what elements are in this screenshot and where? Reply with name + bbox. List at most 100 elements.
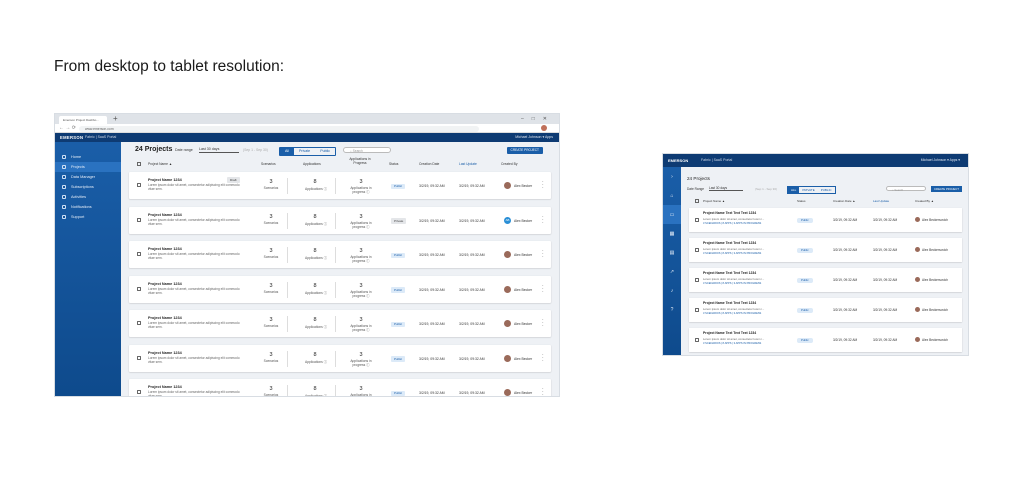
subscriptions-icon — [62, 185, 66, 189]
data-icon[interactable]: ▦ — [663, 224, 681, 243]
col-creation-date[interactable]: Creation Date ▲ — [833, 199, 855, 203]
col-last-update[interactable]: Last Update — [459, 162, 477, 166]
project-row[interactable]: Project Name 1234 Lorem ipsum dolor sit a… — [129, 379, 551, 397]
project-stats-links[interactable]: 3 SCENARIOS | 8 APPS | 3 APPS IN PROGRES… — [703, 312, 761, 315]
project-row[interactable]: Project Name 1234 Lorem ipsum dolor sit a… — [129, 275, 551, 303]
user-menu[interactable]: Michael Johnson ▾ Apps — [515, 135, 553, 139]
date-range-select[interactable]: Last 30 days — [709, 186, 743, 191]
subscriptions-icon[interactable]: ▤ — [663, 243, 681, 262]
project-row[interactable]: Project Name 1234 Lorem ipsum dolor sit a… — [129, 344, 551, 372]
project-name[interactable]: Project Name 1234 — [148, 316, 182, 320]
row-checkbox[interactable] — [695, 278, 699, 282]
sidebar-item-notifications[interactable]: Notifications — [55, 202, 121, 212]
user-menu[interactable]: Michael Johnson ▾ Apps ▾ — [921, 158, 960, 162]
brand-logo[interactable]: EMERSON — [60, 135, 83, 140]
row-checkbox[interactable] — [137, 390, 141, 394]
project-row[interactable]: Project Name Text Text Text 1234 Lorem ip… — [689, 208, 962, 232]
project-row[interactable]: Project Name 1234 Lorem ipsum dolor sit a… — [129, 172, 551, 199]
help-icon[interactable]: ? — [663, 300, 681, 319]
kebab-menu-icon[interactable]: · · · — [542, 214, 544, 225]
row-checkbox[interactable] — [695, 338, 699, 342]
project-row[interactable]: Project Name 1234 Lorem ipsum dolor sit a… — [129, 206, 551, 234]
kebab-menu-icon[interactable]: · · · — [542, 318, 544, 329]
project-row[interactable]: Project Name Text Text Text 1234 Lorem ip… — [689, 298, 962, 322]
browser-tab[interactable]: Emerson Project Dashbo... — [59, 116, 107, 124]
create-project-button[interactable]: CREATE PROJECT — [931, 185, 962, 192]
kebab-menu-icon[interactable]: · · · — [542, 180, 544, 191]
row-checkbox[interactable] — [137, 321, 141, 325]
row-checkbox[interactable] — [137, 286, 141, 291]
project-name[interactable]: Project Name 1234 — [148, 385, 182, 389]
status-badge: Public — [797, 247, 813, 253]
url-field[interactable]: www.emerson.com — [79, 125, 479, 132]
row-checkbox[interactable] — [695, 218, 699, 222]
select-all-checkbox[interactable] — [695, 199, 699, 203]
project-name[interactable]: Project Name Text Text Text 1234 — [703, 271, 756, 275]
activities-icon[interactable]: ↗ — [663, 262, 681, 281]
search-input[interactable]: ⌕ Search — [343, 147, 391, 153]
project-stats-links[interactable]: 3 SCENARIOS | 8 APPS | 3 APPS IN PROGRES… — [703, 252, 761, 255]
project-name[interactable]: Project Name 1234 — [148, 178, 182, 182]
project-name[interactable]: Project Name 1234 — [148, 282, 182, 286]
sidebar-item-support[interactable]: Support — [55, 212, 121, 222]
kebab-menu-icon[interactable]: · · · — [542, 249, 544, 260]
filter-private[interactable]: PRIVATE — [799, 187, 817, 193]
filter-public[interactable]: PUBLIC — [818, 187, 835, 193]
row-checkbox[interactable] — [137, 217, 141, 222]
creation-date: 3/2/19, 09:32 AM — [833, 248, 858, 252]
collapse-icon[interactable]: › — [663, 167, 681, 186]
kebab-menu-icon[interactable]: · · · — [542, 387, 544, 397]
bell-icon[interactable]: ♪ — [663, 281, 681, 300]
project-row[interactable]: Project Name 1234 Lorem ipsum dolor sit a… — [129, 310, 551, 337]
project-row[interactable]: Project Name 1234 Lorem ipsum dolor sit a… — [129, 241, 551, 268]
project-row[interactable]: Project Name Text Text Text 1234 Lorem ip… — [689, 238, 962, 262]
filter-all[interactable]: ALL — [788, 186, 800, 193]
page-title: From desktop to tablet resolution: — [54, 58, 285, 75]
row-checkbox[interactable] — [695, 308, 699, 312]
row-checkbox[interactable] — [137, 183, 141, 187]
row-checkbox[interactable] — [695, 248, 699, 252]
col-last-update[interactable]: Last Update — [873, 199, 889, 203]
project-stats-links[interactable]: 3 SCENARIOS | 8 APPS | 3 APPS IN PROGRES… — [703, 342, 761, 345]
project-row[interactable]: Project Name Text Text Text 1234 Lorem ip… — [689, 328, 962, 352]
sidebar-item-data-manager[interactable]: Data Manager — [55, 172, 121, 182]
nav-arrows-icon[interactable]: ← → ⟳ — [59, 125, 76, 131]
home-icon[interactable]: ⌂ — [663, 186, 681, 205]
filter-all[interactable]: All — [280, 147, 294, 155]
kebab-menu-icon[interactable]: · · · — [542, 283, 544, 294]
row-checkbox[interactable] — [137, 355, 141, 360]
window-controls[interactable]: –□✕ — [521, 114, 555, 124]
kebab-menu-icon[interactable]: · · · — [542, 352, 544, 363]
project-stats-links[interactable]: 3 SCENARIOS | 8 APPS | 3 APPS IN PROGRES… — [703, 282, 761, 285]
filter-private[interactable]: Private — [294, 148, 315, 155]
project-stats-links[interactable]: 3 SCENARIOS | 8 APPS | 3 APPS IN PROGRES… — [703, 222, 761, 225]
browser-avatar[interactable] — [541, 125, 547, 131]
date-range-select[interactable]: Last 30 days — [199, 147, 239, 153]
col-project-name[interactable]: Project Name ▲ — [148, 162, 172, 166]
project-name[interactable]: Project Name 1234 — [148, 213, 182, 217]
project-name[interactable]: Project Name 1234 — [148, 247, 182, 251]
creation-date: 3/2/19, 09:32 AM — [833, 278, 858, 282]
sidebar-item-activities[interactable]: Activities — [55, 192, 121, 202]
project-name[interactable]: Project Name Text Text Text 1234 — [703, 211, 756, 215]
in-progress-count: 3 — [359, 282, 363, 289]
create-project-button[interactable]: CREATE PROJECT — [506, 146, 543, 155]
project-row[interactable]: Project Name Text Text Text 1234 Lorem ip… — [689, 268, 962, 292]
project-name[interactable]: Project Name 1234 — [148, 351, 182, 355]
sidebar-item-home[interactable]: Home — [55, 152, 121, 162]
search-input[interactable]: ⌕ Search — [886, 186, 926, 192]
select-all-checkbox[interactable] — [137, 161, 141, 166]
filter-public[interactable]: Public — [315, 148, 335, 155]
col-created-by[interactable]: Created By ▲ — [915, 199, 934, 203]
project-name[interactable]: Project Name Text Text Text 1234 — [703, 331, 756, 335]
project-name[interactable]: Project Name Text Text Text 1234 — [703, 301, 756, 305]
col-applications: Applications — [303, 162, 321, 166]
col-project-name[interactable]: Project Name ▲ — [703, 199, 725, 203]
projects-icon[interactable]: ▭ — [663, 205, 681, 224]
project-name[interactable]: Project Name Text Text Text 1234 — [703, 241, 756, 245]
row-checkbox[interactable] — [137, 252, 141, 256]
sidebar-item-projects[interactable]: Projects — [55, 162, 121, 172]
sidebar-item-subscriptions[interactable]: Subscriptions — [55, 182, 121, 192]
new-tab-icon[interactable]: + — [113, 114, 118, 124]
brand-logo[interactable]: EMERSON — [668, 158, 688, 163]
